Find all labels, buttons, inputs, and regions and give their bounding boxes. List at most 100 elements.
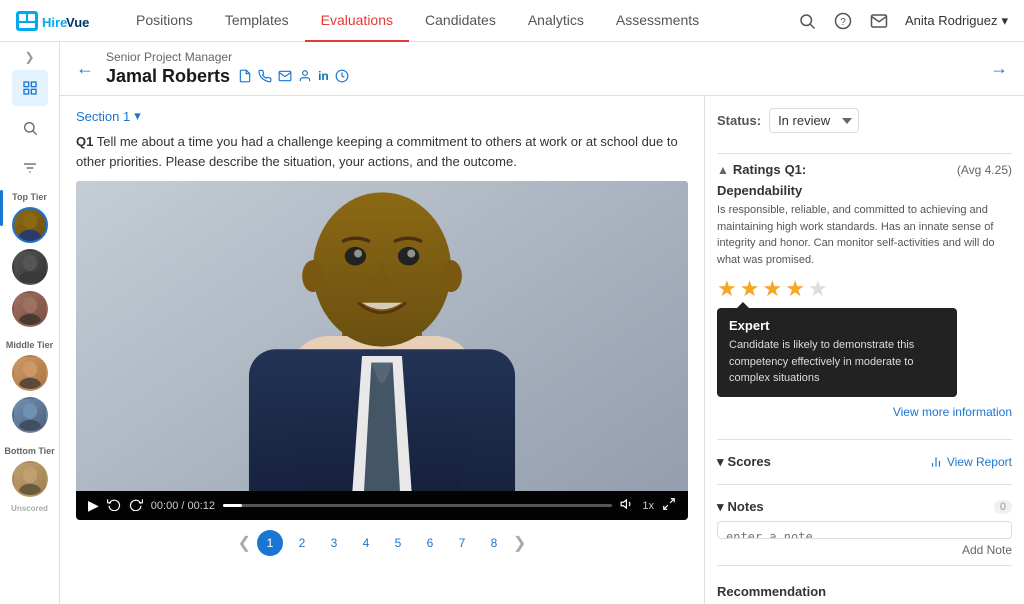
divider-4: [717, 565, 1012, 566]
page-prev-button[interactable]: ❮: [238, 533, 251, 553]
nav-right: ? Anita Rodriguez ▾: [797, 11, 1008, 31]
star-5[interactable]: ★: [808, 276, 828, 302]
candidate-avatar-4[interactable]: [12, 355, 48, 391]
play-button[interactable]: ▶: [88, 497, 99, 514]
rewind-button[interactable]: [107, 497, 121, 514]
logo: Hire Vue: [16, 7, 96, 35]
bottom-tier-label: Bottom Tier: [4, 446, 54, 456]
sidebar-collapse-btn[interactable]: ❯: [24, 50, 34, 64]
candidate-name: Jamal Roberts: [106, 66, 990, 87]
notifications-icon[interactable]: [869, 11, 889, 31]
page-btn-5[interactable]: 5: [385, 530, 411, 556]
candidate-avatar-3[interactable]: [12, 291, 48, 327]
page-next-button[interactable]: ❯: [513, 533, 526, 553]
linkedin-icon[interactable]: in: [318, 69, 329, 86]
page-btn-2[interactable]: 2: [289, 530, 315, 556]
svg-text:Hire: Hire: [42, 15, 67, 30]
main-layout: ❯ Top Tier Middle Tier: [0, 42, 1024, 604]
pagination: ❮ 1 2 3 4 5 6 7 8 ❯: [76, 530, 688, 556]
nav-templates[interactable]: Templates: [209, 0, 305, 42]
top-nav: Hire Vue Positions Templates Evaluations…: [0, 0, 1024, 42]
ratings-collapse-icon[interactable]: ▲: [717, 163, 729, 177]
question-text: Q1 Tell me about a time you had a challe…: [76, 132, 688, 171]
ratings-avg: (Avg 4.25): [957, 163, 1012, 177]
ratings-header: ▲ Ratings Q1: (Avg 4.25): [717, 162, 1012, 177]
divider-2: [717, 439, 1012, 440]
volume-icon[interactable]: [620, 497, 634, 514]
expert-tooltip: Expert Candidate is likely to demonstrat…: [717, 308, 957, 397]
nav-evaluations[interactable]: Evaluations: [305, 0, 409, 42]
notes-count: 0: [994, 500, 1012, 514]
star-4[interactable]: ★: [785, 276, 805, 302]
nav-analytics[interactable]: Analytics: [512, 0, 600, 42]
document-icon[interactable]: [238, 69, 252, 86]
status-row: Status: In review Complete Pending: [717, 108, 1012, 133]
page-btn-8[interactable]: 8: [481, 530, 507, 556]
speed-selector[interactable]: 1x: [642, 500, 654, 512]
notes-input[interactable]: [717, 521, 1012, 539]
middle-tier-section: Middle Tier: [0, 336, 59, 436]
sidebar-filter-icon[interactable]: [12, 150, 48, 186]
help-icon[interactable]: ?: [833, 11, 853, 31]
svg-text:Vue: Vue: [66, 15, 89, 30]
view-report-link[interactable]: View Report: [929, 455, 1012, 469]
candidate-avatar-6[interactable]: [12, 461, 48, 497]
forward-skip-button[interactable]: [129, 497, 143, 514]
notes-header: ▾ Notes 0: [717, 493, 1012, 521]
view-more-link[interactable]: View more information: [717, 405, 1012, 419]
fullscreen-button[interactable]: [662, 497, 676, 514]
svg-text:?: ?: [840, 16, 846, 27]
email-icon[interactable]: [278, 69, 292, 86]
person-icon[interactable]: [298, 69, 312, 86]
candidate-avatar-1[interactable]: [12, 207, 48, 243]
video-progress-bar[interactable]: [223, 504, 612, 507]
logo-svg: Hire Vue: [16, 7, 96, 35]
add-note-button[interactable]: Add Note: [717, 543, 1012, 557]
unscored-label: Unscored: [11, 504, 48, 513]
page-btn-1[interactable]: 1: [257, 530, 283, 556]
page-btn-6[interactable]: 6: [417, 530, 443, 556]
competency-desc: Is responsible, reliable, and committed …: [717, 202, 1012, 268]
nav-assessments[interactable]: Assessments: [600, 0, 715, 42]
section-selector[interactable]: Section 1 ▾: [76, 108, 688, 124]
user-menu[interactable]: Anita Rodriguez ▾: [905, 13, 1008, 29]
video-frame: [76, 181, 688, 491]
status-select[interactable]: In review Complete Pending: [769, 108, 859, 133]
star-2[interactable]: ★: [740, 276, 760, 302]
stars-row: ★ ★ ★ ★ ★: [717, 276, 1012, 302]
search-icon[interactable]: [797, 11, 817, 31]
candidate-links: in: [238, 69, 349, 86]
scores-header[interactable]: ▾ Scores View Report: [717, 448, 1012, 476]
phone-icon[interactable]: [258, 69, 272, 86]
page-btn-4[interactable]: 4: [353, 530, 379, 556]
top-tier-section: Top Tier: [0, 188, 59, 330]
main-content: Section 1 ▾ Q1 Tell me about a time you …: [60, 96, 1024, 604]
candidate-avatar-5[interactable]: [12, 397, 48, 433]
star-1[interactable]: ★: [717, 276, 737, 302]
video-controls: ▶ 00:00 / 00:12: [76, 491, 688, 520]
page-btn-7[interactable]: 7: [449, 530, 475, 556]
middle-tier-label: Middle Tier: [6, 340, 53, 350]
right-panel: Status: In review Complete Pending ▲ Rat…: [704, 96, 1024, 604]
scores-title: ▾ Scores: [717, 454, 771, 470]
status-label: Status:: [717, 113, 761, 128]
forward-button[interactable]: →: [990, 58, 1008, 79]
notes-title: ▾ Notes: [717, 499, 764, 515]
sidebar-grid-icon[interactable]: [12, 70, 48, 106]
clock-icon[interactable]: [335, 69, 349, 86]
divider-3: [717, 484, 1012, 485]
back-button[interactable]: ←: [76, 58, 94, 79]
nav-positions[interactable]: Positions: [120, 0, 209, 42]
nav-candidates[interactable]: Candidates: [409, 0, 512, 42]
divider-1: [717, 153, 1012, 154]
nav-items: Positions Templates Evaluations Candidat…: [120, 0, 715, 42]
video-content: [76, 181, 688, 491]
candidate-role: Senior Project Manager: [106, 50, 990, 64]
competency-name: Dependability: [717, 183, 1012, 198]
star-3[interactable]: ★: [762, 276, 782, 302]
candidate-info: Senior Project Manager Jamal Roberts: [106, 50, 990, 87]
ratings-title: ▲ Ratings Q1:: [717, 162, 806, 177]
candidate-avatar-2[interactable]: [12, 249, 48, 285]
page-btn-3[interactable]: 3: [321, 530, 347, 556]
sidebar-search-icon[interactable]: [12, 110, 48, 146]
